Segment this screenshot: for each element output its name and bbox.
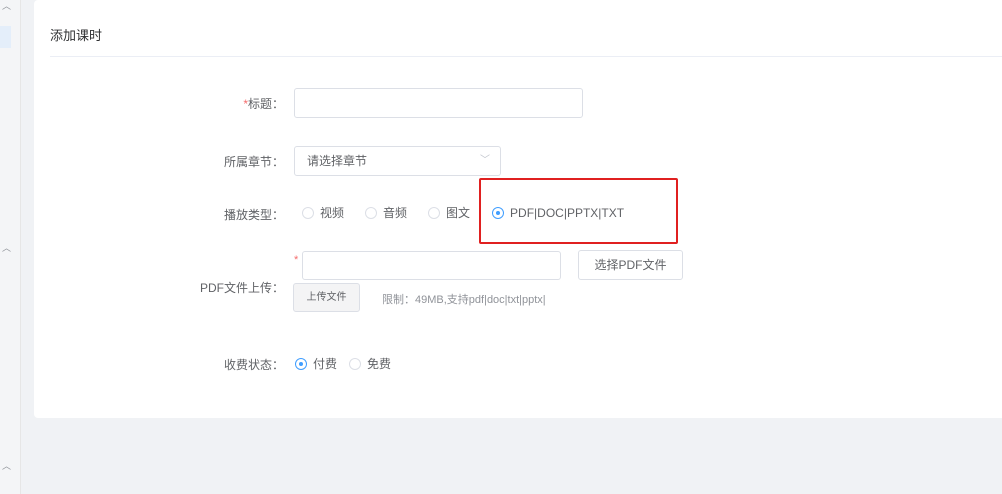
chapter-select[interactable]: 请选择章节 ﹀ (294, 146, 501, 176)
chevron-up-icon[interactable]: ︿ (2, 2, 11, 11)
play-type-radio-group: 视频 音频 图文 PDF|DOC|PPTX|TXT (302, 204, 644, 221)
chevron-up-icon[interactable]: ︿ (2, 462, 11, 471)
upload-limit-hint: 限制：49MB,支持pdf|doc|txt|pptx| (382, 294, 546, 306)
card-header: 添加课时 (50, 0, 1002, 57)
radio-paid-label: 付费 (313, 357, 338, 371)
radio-document-label: PDF|DOC|PPTX|TXT (510, 205, 625, 220)
radio-graphic-text-label: 图文 (446, 206, 471, 220)
radio-video[interactable]: 视频 (302, 204, 344, 221)
fee-status-radio-group: 付费 免费 (295, 355, 411, 372)
chapter-label: 所属章节： (223, 155, 284, 169)
radio-free-dot[interactable] (349, 357, 362, 370)
radio-video-dot[interactable] (302, 206, 314, 219)
radio-audio-label: 音频 (383, 206, 408, 220)
required-mark: * (294, 254, 299, 266)
radio-graphic-text-dot[interactable] (428, 206, 441, 219)
radio-paid-dot[interactable] (295, 357, 307, 370)
chevron-up-icon[interactable]: ︿ (2, 244, 11, 253)
radio-free[interactable]: 免费 (349, 355, 391, 372)
pdf-file-path-input[interactable] (302, 251, 561, 280)
sidebar-active-item[interactable] (0, 26, 11, 48)
play-type-label: 播放类型： (223, 208, 284, 222)
radio-document-dot[interactable] (492, 206, 505, 219)
radio-audio[interactable]: 音频 (365, 204, 407, 221)
radio-graphic-text[interactable]: 图文 (428, 204, 470, 221)
choose-pdf-button[interactable]: 选择PDF文件 (578, 250, 683, 280)
upload-file-button[interactable]: 上传文件 (293, 283, 360, 312)
radio-audio-dot[interactable] (365, 206, 378, 219)
sidebar-strip: ︿ ︿ ︿ (0, 0, 21, 494)
radio-video-label: 视频 (320, 206, 345, 220)
fee-status-label: 收费状态： (223, 358, 284, 372)
pdf-upload-label: PDF文件上传： (199, 281, 284, 295)
radio-free-label: 免费 (367, 357, 392, 371)
chevron-down-icon: ﹀ (480, 155, 490, 166)
radio-paid[interactable]: 付费 (295, 355, 337, 372)
title-input[interactable] (294, 88, 583, 118)
page-title: 添加课时 (50, 28, 103, 43)
chapter-select-value: 请选择章节 (307, 154, 368, 168)
title-label: *标题： (243, 97, 284, 111)
radio-document[interactable]: PDF|DOC|PPTX|TXT (492, 206, 624, 220)
